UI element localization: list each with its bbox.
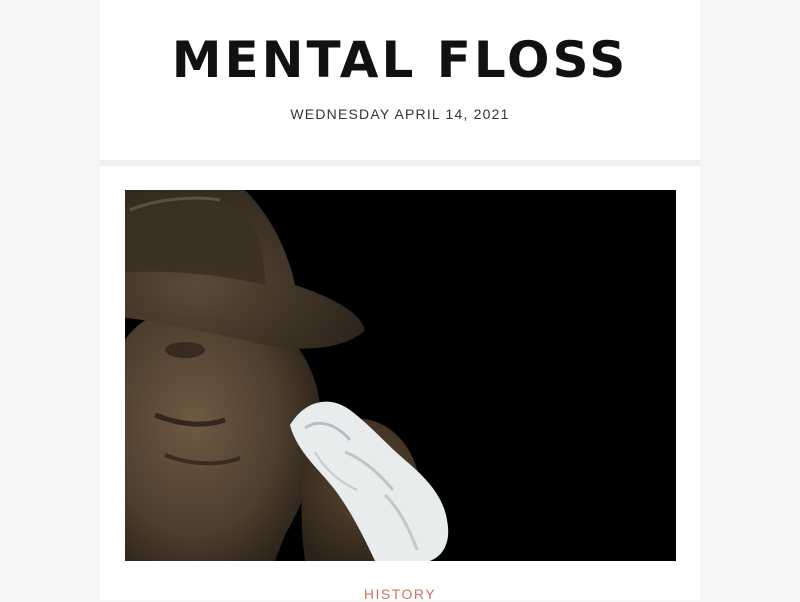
masthead: MENTAL FLOSS WEDNESDAY APRIL 14, 2021 — [100, 0, 700, 160]
article-hero-image[interactable] — [125, 190, 676, 561]
issue-date: WEDNESDAY APRIL 14, 2021 — [290, 106, 510, 122]
brand-logo[interactable]: MENTAL FLOSS — [100, 30, 700, 90]
newsletter-card: MENTAL FLOSS WEDNESDAY APRIL 14, 2021 HI… — [100, 0, 700, 602]
section-divider — [100, 160, 700, 166]
hero-photo-illustration — [125, 190, 676, 561]
